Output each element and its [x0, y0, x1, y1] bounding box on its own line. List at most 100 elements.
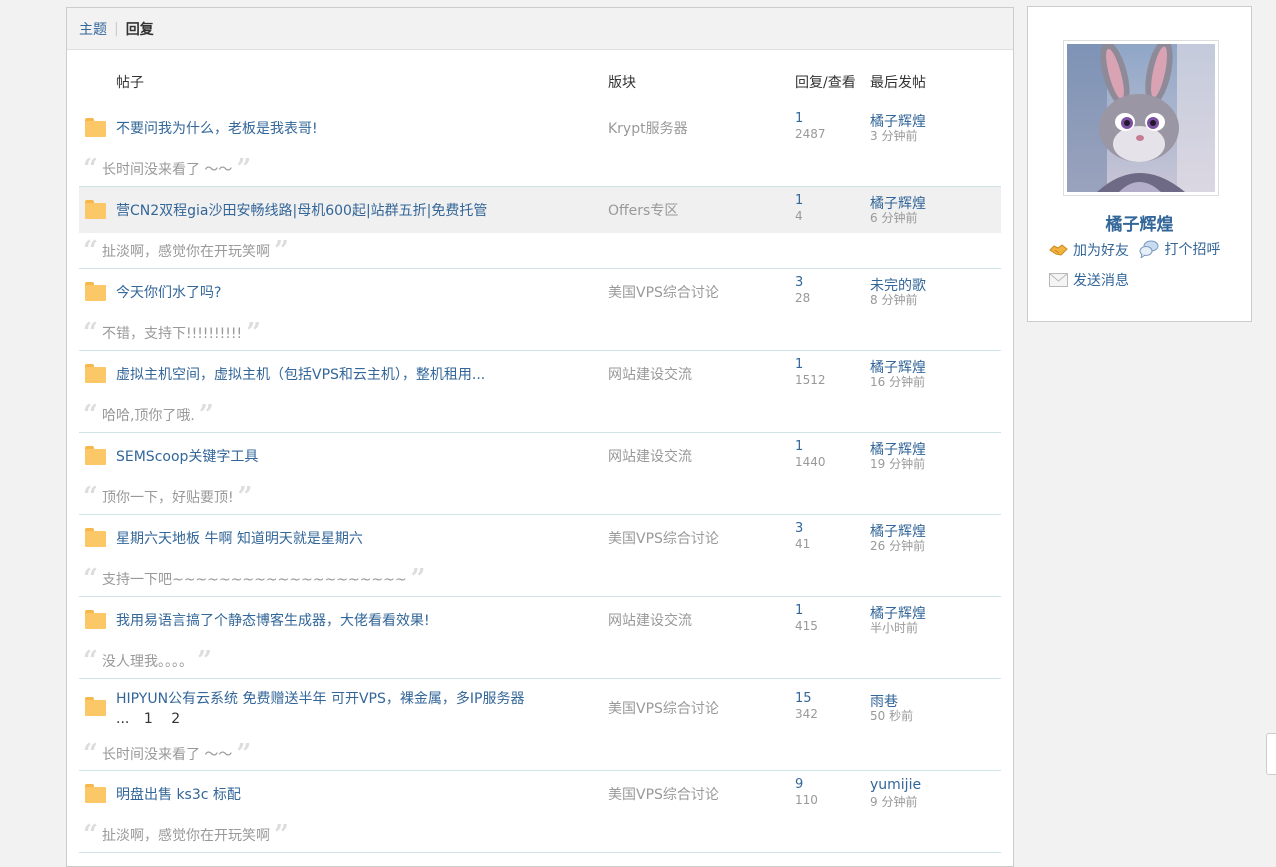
- tab-separator: |: [114, 20, 119, 37]
- close-quote-icon: ”: [273, 236, 289, 266]
- page-link-1[interactable]: 1: [144, 711, 153, 727]
- thread-replies[interactable]: 3: [795, 275, 803, 290]
- reply-quote-text: 不错，支持下!!!!!!!!!!: [101, 326, 243, 342]
- thread-title-link[interactable]: 我用易语言搞了个静态博客生成器，大佬看看效果!: [116, 610, 430, 630]
- table-row: 明盘出售 ks3c 标配 美国VPS综合讨论 9 110 yumijie 9 分…: [79, 770, 1001, 852]
- thread-replies[interactable]: 15: [795, 691, 812, 706]
- thread-title-link[interactable]: SEMScoop关键字工具: [116, 446, 258, 466]
- thread-title-bar: 星期六天地板 牛啊 知道明天就是星期六 美国VPS综合讨论 3 41 橘子辉煌 …: [79, 515, 1001, 561]
- tab-replies[interactable]: 回复: [126, 19, 154, 39]
- thread-replies[interactable]: 1: [795, 111, 803, 126]
- table-row: 今天你们水了吗? 美国VPS综合讨论 3 28 未完的歌 8 分钟前 “不错，支…: [79, 268, 1001, 350]
- header-stats: 回复/查看: [795, 75, 856, 91]
- reply-quote-text: 没人理我。。。。: [101, 654, 193, 670]
- thread-title-bar: 营CN2双程gia沙田安畅线路|母机600起|站群五折|免费托管 Offers专…: [79, 187, 1001, 233]
- thread-last-time[interactable]: 6 分钟前: [870, 209, 917, 226]
- header-last-post: 最后发帖: [870, 75, 926, 91]
- thread-last-time[interactable]: 8 分钟前: [870, 291, 917, 308]
- thread-views: 4: [795, 209, 803, 223]
- reply-quote[interactable]: “扯淡啊，感觉你在开玩笑啊”: [83, 236, 289, 266]
- tab-bar: 主题 | 回复: [67, 8, 1013, 50]
- thread-views: 110: [795, 793, 818, 807]
- avatar-image[interactable]: [1067, 44, 1215, 192]
- thread-title-link[interactable]: 虚拟主机空间，虚拟主机（包括VPS和云主机），整机租用...: [116, 364, 485, 384]
- add-friend-label: 加为好友: [1073, 243, 1129, 259]
- add-friend-button[interactable]: 加为好友: [1049, 240, 1129, 260]
- avatar[interactable]: [1063, 40, 1219, 196]
- page-link-2[interactable]: 2: [171, 711, 180, 727]
- reply-quote[interactable]: “没人理我。。。。”: [83, 646, 212, 676]
- open-quote-icon: “: [83, 564, 98, 594]
- folder-icon: [85, 364, 106, 383]
- thread-last-user[interactable]: yumijie: [870, 777, 921, 793]
- reply-quote-text: 长时间没来看了 ～～: [101, 747, 233, 763]
- reply-quote-text: 扯淡啊，感觉你在开玩笑啊: [101, 244, 270, 260]
- thread-views: 415: [795, 619, 818, 633]
- thread-last-time[interactable]: 半小时前: [870, 619, 918, 636]
- reply-quote[interactable]: “长时间没来看了 ～～”: [83, 156, 251, 182]
- close-quote-icon: ”: [237, 482, 253, 512]
- thread-forum-link[interactable]: 美国VPS综合讨论: [608, 528, 719, 548]
- thread-pagination: ... 1 2: [116, 711, 180, 727]
- thread-forum-link[interactable]: 美国VPS综合讨论: [608, 282, 719, 302]
- reply-quote[interactable]: “长时间没来看了 ～～”: [83, 739, 252, 769]
- thread-last-time[interactable]: 9 分钟前: [870, 793, 917, 810]
- close-quote-icon: ”: [273, 820, 289, 850]
- reply-quote-text: 支持一下吧~~~~~~~~~~~~~~~~~~~~: [101, 572, 407, 588]
- reply-quote[interactable]: “不错，支持下!!!!!!!!!!”: [83, 318, 262, 348]
- thread-last-time[interactable]: 3 分钟前: [870, 127, 917, 144]
- profile-username[interactable]: 橘子辉煌: [1028, 210, 1251, 235]
- thread-forum-link[interactable]: 网站建设交流: [608, 610, 692, 630]
- folder-icon: [85, 282, 106, 301]
- reply-quote[interactable]: “哈哈,顶你了哦.”: [83, 402, 214, 428]
- reply-quote-text: 长时间没来看了 ～～: [101, 162, 233, 178]
- profile-card: 橘子辉煌 加为好友 打个招呼 发送消息: [1027, 6, 1252, 322]
- thread-last-time[interactable]: 16 分钟前: [870, 373, 925, 390]
- reply-quote-text: 顶你一下，好贴要顶!: [101, 490, 234, 506]
- thread-forum-link[interactable]: 网站建设交流: [608, 364, 692, 384]
- thread-replies[interactable]: 1: [795, 357, 803, 372]
- send-message-button[interactable]: 发送消息: [1049, 270, 1129, 290]
- thread-title-bar: 今天你们水了吗? 美国VPS综合讨论 3 28 未完的歌 8 分钟前: [79, 269, 1001, 315]
- thread-forum-link[interactable]: 美国VPS综合讨论: [608, 784, 719, 804]
- thread-forum-link[interactable]: Krypt服务器: [608, 118, 688, 138]
- thread-title-link[interactable]: 星期六天地板 牛啊 知道明天就是星期六: [116, 528, 363, 548]
- thread-forum-link[interactable]: Offers专区: [608, 200, 678, 220]
- open-quote-icon: “: [83, 236, 98, 266]
- thread-forum-link[interactable]: 网站建设交流: [608, 446, 692, 466]
- close-quote-icon: ”: [236, 739, 252, 769]
- thread-last-time[interactable]: 50 秒前: [870, 707, 913, 724]
- greet-button[interactable]: 打个招呼: [1139, 239, 1220, 259]
- reply-quote[interactable]: “支持一下吧~~~~~~~~~~~~~~~~~~~~”: [83, 564, 426, 594]
- thread-replies[interactable]: 1: [795, 603, 803, 618]
- thread-replies[interactable]: 9: [795, 777, 803, 792]
- thread-replies[interactable]: 1: [795, 193, 803, 208]
- open-quote-icon: “: [83, 646, 98, 676]
- handshake-icon: [1049, 244, 1068, 256]
- thread-title-bar: 不要问我为什么，老板是我表哥! Krypt服务器 1 2487 橘子辉煌 3 分…: [79, 105, 1001, 151]
- reply-quote[interactable]: “扯淡啊，感觉你在开玩笑啊”: [83, 820, 289, 850]
- tab-topics[interactable]: 主题: [79, 19, 107, 39]
- thread-last-time[interactable]: 19 分钟前: [870, 455, 925, 472]
- close-quote-icon: ”: [246, 318, 262, 348]
- open-quote-icon: “: [83, 739, 98, 769]
- thread-replies[interactable]: 3: [795, 521, 803, 536]
- thread-title-link[interactable]: HIPYUN公有云系统 免费赠送半年 可开VPS，裸金属，多IP服务器: [116, 688, 524, 708]
- thread-title-bar: HIPYUN公有云系统 免费赠送半年 可开VPS，裸金属，多IP服务器 ... …: [79, 679, 1001, 736]
- back-to-top-tab[interactable]: [1266, 733, 1276, 775]
- thread-title-link[interactable]: 营CN2双程gia沙田安畅线路|母机600起|站群五折|免费托管: [116, 200, 487, 220]
- open-quote-icon: “: [83, 820, 98, 850]
- chat-bubble-icon: [1139, 240, 1159, 258]
- close-quote-icon: ”: [196, 646, 212, 676]
- thread-views: 342: [795, 707, 818, 721]
- folder-icon: [85, 784, 106, 803]
- thread-forum-link[interactable]: 美国VPS综合讨论: [608, 698, 719, 718]
- reply-quote[interactable]: “顶你一下，好贴要顶!”: [83, 482, 253, 512]
- folder-icon: [85, 610, 106, 629]
- thread-last-time[interactable]: 26 分钟前: [870, 537, 925, 554]
- thread-title-bar: 虚拟主机空间，虚拟主机（包括VPS和云主机），整机租用... 网站建设交流 1 …: [79, 351, 1001, 397]
- thread-title-link[interactable]: 不要问我为什么，老板是我表哥!: [116, 118, 318, 138]
- thread-replies[interactable]: 1: [795, 439, 803, 454]
- thread-title-link[interactable]: 明盘出售 ks3c 标配: [116, 784, 241, 804]
- thread-title-link[interactable]: 今天你们水了吗?: [116, 282, 221, 302]
